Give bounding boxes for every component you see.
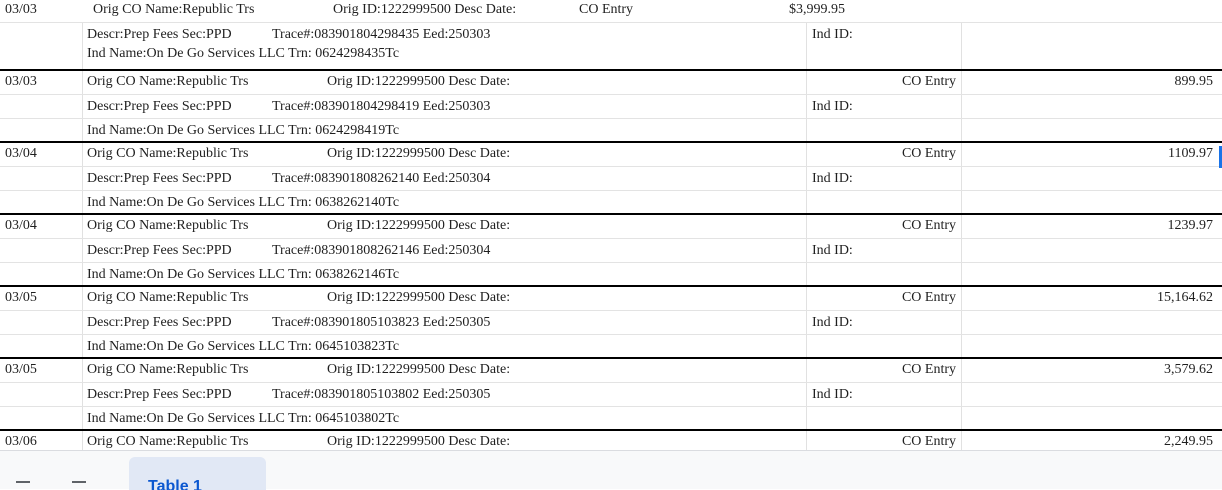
orig-co-cell[interactable]: Orig CO Name:Republic Trs xyxy=(87,361,248,379)
amount-cell[interactable]: 15,164.62 xyxy=(1157,289,1213,307)
descr-cell[interactable]: Descr:Prep Fees Sec:PPD xyxy=(87,98,232,116)
co-entry-cell[interactable]: CO Entry xyxy=(902,145,956,163)
descr-cell[interactable]: Descr:Prep Fees Sec:PPD xyxy=(87,170,232,188)
entry-group[interactable]: 03/06 Orig CO Name:Republic Trs Orig ID:… xyxy=(0,429,1222,450)
sheet-tab-label: Table 1 xyxy=(148,478,202,490)
co-entry-cell[interactable]: CO Entry xyxy=(902,289,956,307)
ind-name-cell[interactable]: Ind Name:On De Go Services LLC Trn: 0624… xyxy=(87,122,399,140)
orig-id-cell[interactable]: Orig ID:1222999500 Desc Date: xyxy=(327,73,510,91)
trace-cell[interactable]: Trace#:083901805103823 Eed:250305 xyxy=(272,314,490,332)
ind-id-cell[interactable]: Ind ID: xyxy=(812,98,853,116)
spreadsheet-area[interactable]: 03/03 Orig CO Name:Republic Trs Orig ID:… xyxy=(0,0,1222,450)
date-cell[interactable]: 03/05 xyxy=(5,361,37,379)
entry-continuation[interactable]: Descr:Prep Fees Sec:PPD Trace#:083901804… xyxy=(0,22,1222,70)
co-entry-cell[interactable]: CO Entry xyxy=(902,73,956,91)
ind-name-cell[interactable]: Ind Name:On De Go Services LLC Trn: 0638… xyxy=(87,194,399,212)
table-row[interactable]: 03/03 Orig CO Name:Republic Trs Orig ID:… xyxy=(0,0,1222,22)
descr-cell[interactable]: Descr:Prep Fees Sec:PPD xyxy=(87,242,232,260)
date-cell[interactable]: 03/03 xyxy=(5,73,37,91)
entry-group[interactable]: 03/04 Orig CO Name:Republic Trs Orig ID:… xyxy=(0,141,1222,214)
date-cell[interactable]: 03/05 xyxy=(5,289,37,307)
date-cell[interactable]: 03/04 xyxy=(5,217,37,235)
sheet-tab-bar: Table 1 xyxy=(0,450,1222,490)
ind-id-cell[interactable]: Ind ID: xyxy=(812,386,853,404)
amount-cell[interactable]: 1239.97 xyxy=(1168,217,1214,235)
date-cell[interactable]: 03/04 xyxy=(5,145,37,163)
trace-cell[interactable]: Trace#:083901808262140 Eed:250304 xyxy=(272,170,490,188)
descr-cell[interactable]: Descr:Prep Fees Sec:PPD xyxy=(87,314,232,332)
orig-co-cell[interactable]: Orig CO Name:Republic Trs xyxy=(87,73,248,91)
amount-cell[interactable]: 899.95 xyxy=(1175,73,1214,91)
ind-name-cell[interactable]: Ind Name:On De Go Services LLC Trn: 0624… xyxy=(87,45,399,63)
amount-cell[interactable]: 1109.97 xyxy=(1168,145,1213,163)
trace-cell[interactable]: Trace#:083901805103802 Eed:250305 xyxy=(272,386,490,404)
orig-co-cell[interactable]: Orig CO Name:Republic Trs xyxy=(87,217,248,235)
ind-name-cell[interactable]: Ind Name:On De Go Services LLC Trn: 0645… xyxy=(87,410,399,428)
trace-cell[interactable]: Trace#:083901804298419 Eed:250303 xyxy=(272,98,490,116)
menu-icon[interactable] xyxy=(72,481,86,483)
amount-cell[interactable]: 2,249.95 xyxy=(1164,433,1213,450)
entry-group[interactable]: 03/05 Orig CO Name:Republic Trs Orig ID:… xyxy=(0,285,1222,358)
ind-name-cell[interactable]: Ind Name:On De Go Services LLC Trn: 0638… xyxy=(87,266,399,284)
ind-name-cell[interactable]: Ind Name:On De Go Services LLC Trn: 0645… xyxy=(87,338,399,356)
orig-co-cell[interactable]: Orig CO Name:Republic Trs xyxy=(87,433,248,450)
orig-co-cell[interactable]: Orig CO Name:Republic Trs xyxy=(93,0,254,20)
orig-co-cell[interactable]: Orig CO Name:Republic Trs xyxy=(87,289,248,307)
ind-id-cell[interactable]: Ind ID: xyxy=(812,242,853,260)
sheet-tab-table-1[interactable]: Table 1 xyxy=(129,457,266,490)
entry-group[interactable]: 03/05 Orig CO Name:Republic Trs Orig ID:… xyxy=(0,357,1222,430)
orig-id-cell[interactable]: Orig ID:1222999500 Desc Date: xyxy=(327,433,510,450)
amount-cell[interactable]: $3,999.95 xyxy=(789,0,845,20)
entry-group[interactable]: 03/04 Orig CO Name:Republic Trs Orig ID:… xyxy=(0,213,1222,286)
co-entry-cell[interactable]: CO Entry xyxy=(902,361,956,379)
ind-id-cell[interactable]: Ind ID: xyxy=(812,314,853,332)
date-cell[interactable]: 03/03 xyxy=(5,0,37,20)
plus-icon[interactable] xyxy=(16,481,30,483)
co-entry-cell[interactable]: CO Entry xyxy=(902,433,956,450)
descr-cell[interactable]: Descr:Prep Fees Sec:PPD xyxy=(87,386,232,404)
orig-id-cell[interactable]: Orig ID:1222999500 Desc Date: xyxy=(327,217,510,235)
date-cell[interactable]: 03/06 xyxy=(5,433,37,450)
orig-id-cell[interactable]: Orig ID:1222999500 Desc Date: xyxy=(327,289,510,307)
co-entry-cell[interactable]: CO Entry xyxy=(902,217,956,235)
orig-id-cell[interactable]: Orig ID:1222999500 Desc Date: xyxy=(333,0,516,20)
trace-cell[interactable]: Trace#:083901808262146 Eed:250304 xyxy=(272,242,490,260)
amount-cell[interactable]: 3,579.62 xyxy=(1164,361,1213,379)
entry-group[interactable]: 03/03 Orig CO Name:Republic Trs Orig ID:… xyxy=(0,69,1222,142)
orig-co-cell[interactable]: Orig CO Name:Republic Trs xyxy=(87,145,248,163)
co-entry-cell[interactable]: CO Entry xyxy=(579,0,633,20)
orig-id-cell[interactable]: Orig ID:1222999500 Desc Date: xyxy=(327,361,510,379)
ind-id-cell[interactable]: Ind ID: xyxy=(812,170,853,188)
orig-id-cell[interactable]: Orig ID:1222999500 Desc Date: xyxy=(327,145,510,163)
